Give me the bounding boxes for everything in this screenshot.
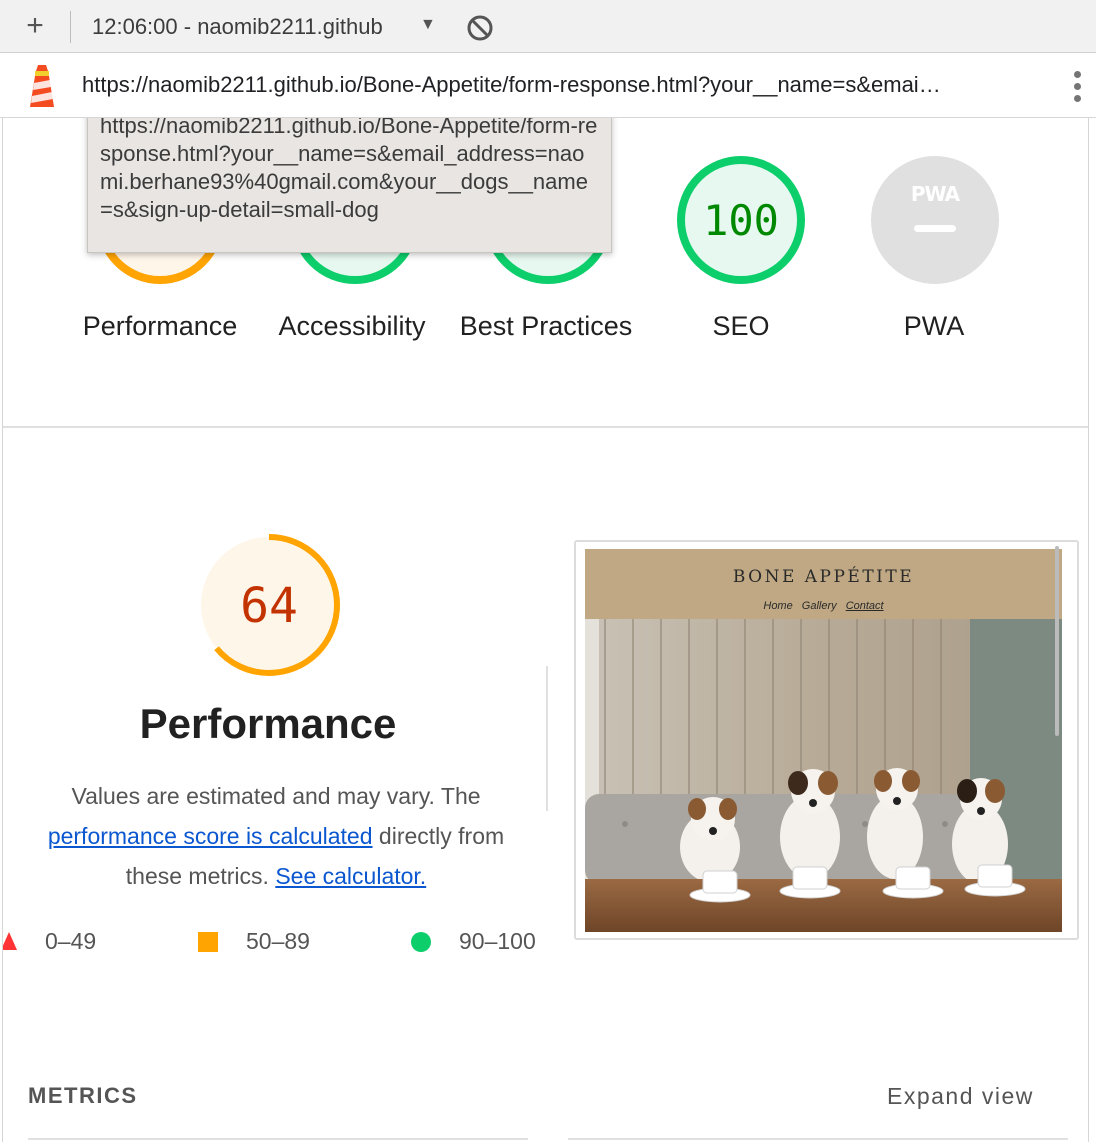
metrics-heading: METRICS — [28, 1083, 138, 1108]
site-nav: Home Gallery Contact — [585, 600, 1062, 612]
url-bar: https://naomib2211.github.io/Bone-Appeti… — [0, 54, 1096, 118]
chevron-down-icon[interactable]: ▼ — [420, 16, 436, 34]
site-nav-gallery: Gallery — [801, 600, 837, 612]
url-tooltip: https://naomib2211.github.io/Bone-Appeti… — [87, 118, 612, 253]
expand-view-button[interactable]: Expand view — [887, 1083, 1034, 1110]
metric-divider-left — [28, 1138, 528, 1140]
see-calculator-link[interactable]: See calculator. — [275, 863, 426, 889]
pwa-gauge[interactable]: PWA — [868, 153, 1002, 287]
site-header: BONE APPÉTITE Home Gallery Contact — [585, 549, 1062, 619]
vertical-separator — [546, 666, 548, 811]
score-calculated-link[interactable]: performance score is calculated — [48, 823, 373, 849]
performance-title: Performance — [139, 700, 397, 747]
performance-score-gauge: 64 — [198, 534, 340, 676]
metric-divider-right — [568, 1138, 1068, 1140]
devtools-toolbar: + 12:06:00 - naomib2211.github ▼ — [0, 0, 1096, 53]
plus-icon[interactable]: + — [20, 8, 50, 44]
category-label-best-practices: Best Practices — [459, 311, 633, 341]
pwa-badge: PWA — [911, 182, 961, 206]
final-screenshot[interactable]: BONE APPÉTITE Home Gallery Contact — [574, 540, 1079, 940]
seo-gauge[interactable]: 100 — [674, 153, 808, 287]
screenshot-viewport: BONE APPÉTITE Home Gallery Contact — [585, 549, 1062, 932]
site-brand: BONE APPÉTITE — [732, 567, 915, 587]
category-label-accessibility: Accessibility — [278, 311, 426, 341]
category-label-seo: SEO — [712, 311, 770, 341]
report-url[interactable]: https://naomib2211.github.io/Bone-Appeti… — [82, 72, 1042, 98]
kebab-menu-icon[interactable] — [1068, 68, 1086, 104]
category-label-performance: Performance — [82, 311, 238, 341]
seo-score: 100 — [703, 196, 779, 245]
block-icon[interactable] — [466, 14, 494, 42]
site-nav-home: Home — [763, 600, 793, 612]
toolbar-separator — [70, 11, 71, 43]
report-selector[interactable]: 12:06:00 - naomib2211.github — [92, 14, 414, 42]
site-nav-contact: Contact — [845, 600, 884, 612]
desc-text-1: Values are estimated and may vary. The — [71, 783, 481, 809]
category-label-pwa: PWA — [903, 311, 965, 341]
legend-average-label: 50–89 — [246, 928, 310, 954]
report-content: Performance Accessibility Best Practices… — [2, 118, 1089, 1142]
performance-score: 64 — [240, 578, 298, 634]
section-divider — [3, 426, 1088, 428]
square-icon — [198, 932, 218, 952]
circle-icon — [411, 932, 431, 952]
triangle-icon — [3, 932, 17, 950]
screenshot-scrollbar — [1055, 546, 1059, 736]
performance-description: Values are estimated and may vary. The p… — [21, 776, 531, 896]
dogs-cafe-photo — [585, 619, 1062, 932]
lighthouse-icon — [30, 65, 54, 107]
legend-fail-label: 0–49 — [45, 928, 97, 954]
legend-pass-label: 90–100 — [459, 928, 536, 954]
